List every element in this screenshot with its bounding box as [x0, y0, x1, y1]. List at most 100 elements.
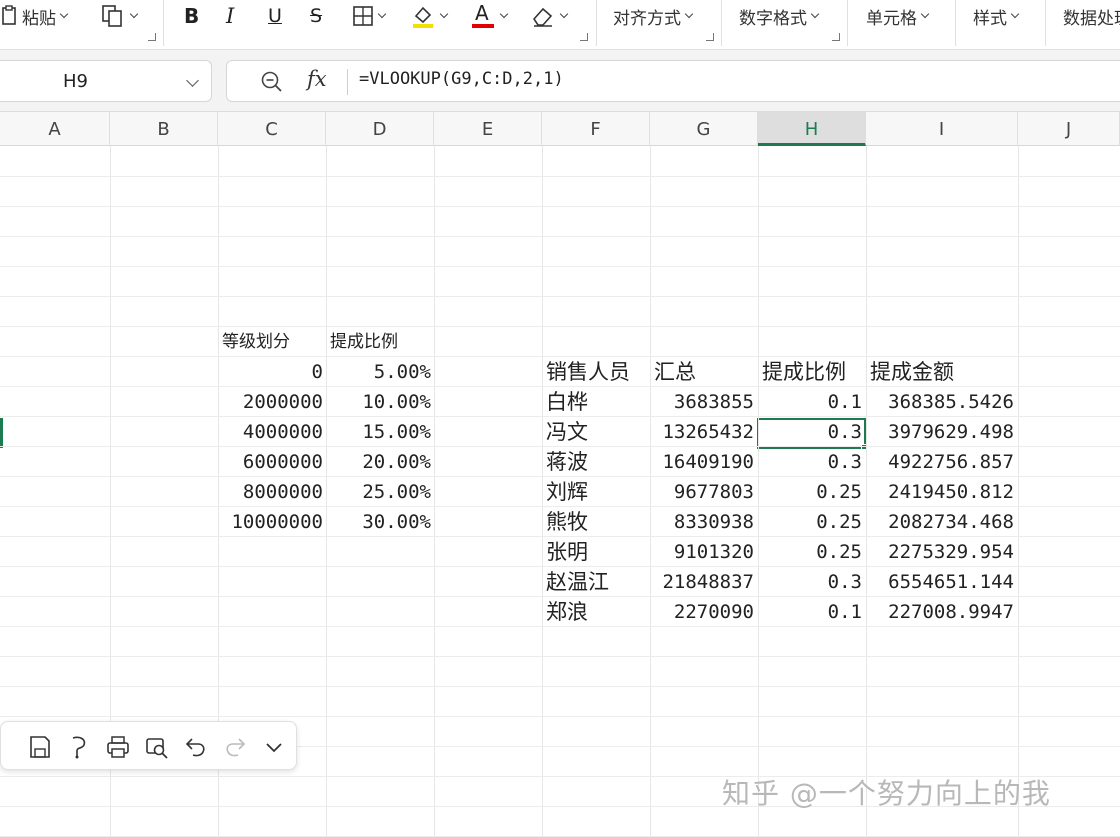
more-chevron-icon[interactable] [261, 734, 287, 760]
sales-amount-cell[interactable]: 2275329.954 [866, 537, 1014, 567]
sales-header-2[interactable]: 提成比例 [762, 357, 880, 387]
sales-total-cell[interactable]: 2270090 [650, 597, 754, 627]
fill-color-button[interactable] [410, 2, 449, 30]
clear-format-button[interactable] [530, 2, 569, 30]
sales-ratio-cell[interactable]: 0.25 [758, 537, 862, 567]
sales-ratio-cell[interactable]: 0.1 [758, 387, 862, 417]
tier-ratio-cell[interactable]: 30.00% [326, 507, 431, 537]
column-header-a[interactable]: A [0, 112, 110, 146]
column-header-e[interactable]: E [434, 112, 542, 146]
sales-total-cell[interactable]: 9677803 [650, 477, 754, 507]
tier-ratio-cell[interactable]: 25.00% [326, 477, 431, 507]
column-header-c[interactable]: C [218, 112, 326, 146]
align-menu[interactable]: 对齐方式 [613, 2, 694, 30]
tier-level-cell[interactable]: 6000000 [218, 447, 323, 477]
sales-ratio-cell[interactable]: 0.25 [758, 507, 862, 537]
format-painter-icon[interactable] [66, 734, 92, 760]
sales-ratio-cell[interactable]: 0.1 [758, 597, 862, 627]
copy-button[interactable] [100, 2, 139, 30]
sales-total-cell[interactable]: 13265432 [650, 417, 754, 447]
data-processing-menu[interactable]: 数据处理 [1063, 2, 1120, 30]
undo-icon[interactable] [183, 734, 209, 760]
sales-amount-cell[interactable]: 2082734.468 [866, 507, 1014, 537]
zoom-out-icon[interactable] [260, 70, 284, 94]
sales-header-0[interactable]: 销售人员 [546, 357, 664, 387]
sales-name-cell[interactable]: 张明 [546, 537, 654, 567]
sales-total-cell[interactable]: 9101320 [650, 537, 754, 567]
grid-vline [542, 146, 543, 837]
sales-amount-cell[interactable]: 3979629.498 [866, 417, 1014, 447]
sales-total-cell[interactable]: 16409190 [650, 447, 754, 477]
font-color-button[interactable]: A [470, 1, 509, 30]
border-button[interactable] [352, 2, 387, 30]
strikethrough-button[interactable]: S [310, 2, 322, 30]
font-launcher-icon[interactable] [580, 33, 588, 41]
sales-name-cell[interactable]: 冯文 [546, 417, 654, 447]
sales-amount-cell[interactable]: 4922756.857 [866, 447, 1014, 477]
bold-button[interactable]: B [184, 2, 199, 30]
formula-bar: H9 fx =VLOOKUP(G9,C:D,2,1) [0, 50, 1120, 112]
redo-icon[interactable] [222, 734, 248, 760]
active-row-indicator [0, 418, 3, 448]
column-header-h[interactable]: H [758, 112, 866, 146]
sales-ratio-cell[interactable]: 0.3 [758, 567, 862, 597]
tier-ratio-cell[interactable]: 5.00% [326, 357, 431, 387]
sales-name-cell[interactable]: 郑浪 [546, 597, 654, 627]
number-format-menu[interactable]: 数字格式 [739, 2, 820, 30]
chevron-down-icon[interactable] [186, 74, 199, 87]
sales-name-cell[interactable]: 蒋波 [546, 447, 654, 477]
tier-ratio-cell[interactable]: 10.00% [326, 387, 431, 417]
tier-ratio-cell[interactable]: 15.00% [326, 417, 431, 447]
print-icon[interactable] [105, 734, 131, 760]
sales-amount-cell[interactable]: 6554651.144 [866, 567, 1014, 597]
sales-name-cell[interactable]: 刘辉 [546, 477, 654, 507]
fx-icon[interactable]: fx [307, 67, 327, 91]
italic-button[interactable]: I [226, 2, 234, 30]
cell-menu[interactable]: 单元格 [866, 2, 930, 30]
column-header-i[interactable]: I [866, 112, 1018, 146]
chevron-down-icon [129, 9, 139, 19]
sales-ratio-cell[interactable]: 0.3 [758, 447, 862, 477]
tier-header-ratio[interactable]: 提成比例 [330, 327, 430, 357]
sales-total-cell[interactable]: 3683855 [650, 387, 754, 417]
save-icon[interactable] [27, 734, 53, 760]
column-header-j[interactable]: J [1018, 112, 1120, 146]
align-launcher-icon[interactable] [706, 33, 714, 41]
sales-ratio-cell[interactable]: 0.25 [758, 477, 862, 507]
formula-input-box[interactable]: fx =VLOOKUP(G9,C:D,2,1) [226, 60, 1120, 102]
column-header-f[interactable]: F [542, 112, 650, 146]
tier-level-cell[interactable]: 10000000 [218, 507, 323, 537]
sales-amount-cell[interactable]: 2419450.812 [866, 477, 1014, 507]
sales-header-3[interactable]: 提成金额 [870, 357, 1032, 387]
tier-level-cell[interactable]: 0 [218, 357, 323, 387]
selected-cell-h9[interactable] [757, 418, 866, 449]
tier-header-level[interactable]: 等级划分 [222, 327, 322, 357]
sales-name-cell[interactable]: 白桦 [546, 387, 654, 417]
paste-button[interactable]: 粘贴 [0, 2, 69, 30]
strikethrough-icon: S [310, 5, 323, 27]
column-header-g[interactable]: G [650, 112, 758, 146]
style-menu[interactable]: 样式 [973, 2, 1020, 30]
name-box[interactable]: H9 [0, 60, 212, 102]
formula-text[interactable]: =VLOOKUP(G9,C:D,2,1) [359, 69, 564, 89]
clipboard-launcher-icon[interactable] [148, 33, 156, 41]
sales-total-cell[interactable]: 8330938 [650, 507, 754, 537]
chevron-down-icon [920, 9, 930, 19]
sales-name-cell[interactable]: 熊牧 [546, 507, 654, 537]
print-preview-icon[interactable] [144, 734, 170, 760]
sales-amount-cell[interactable]: 227008.9947 [866, 597, 1014, 627]
column-header-b[interactable]: B [110, 112, 218, 146]
sales-total-cell[interactable]: 21848837 [650, 567, 754, 597]
chevron-down-icon [684, 9, 694, 19]
column-header-d[interactable]: D [326, 112, 434, 146]
underline-button[interactable]: U [268, 2, 282, 30]
tier-ratio-cell[interactable]: 20.00% [326, 447, 431, 477]
sales-header-1[interactable]: 汇总 [654, 357, 772, 387]
sales-amount-cell[interactable]: 368385.5426 [866, 387, 1014, 417]
grid-hline [0, 326, 1120, 327]
tier-level-cell[interactable]: 4000000 [218, 417, 323, 447]
tier-level-cell[interactable]: 8000000 [218, 477, 323, 507]
tier-level-cell[interactable]: 2000000 [218, 387, 323, 417]
sales-name-cell[interactable]: 赵温江 [546, 567, 654, 597]
number-launcher-icon[interactable] [832, 33, 840, 41]
